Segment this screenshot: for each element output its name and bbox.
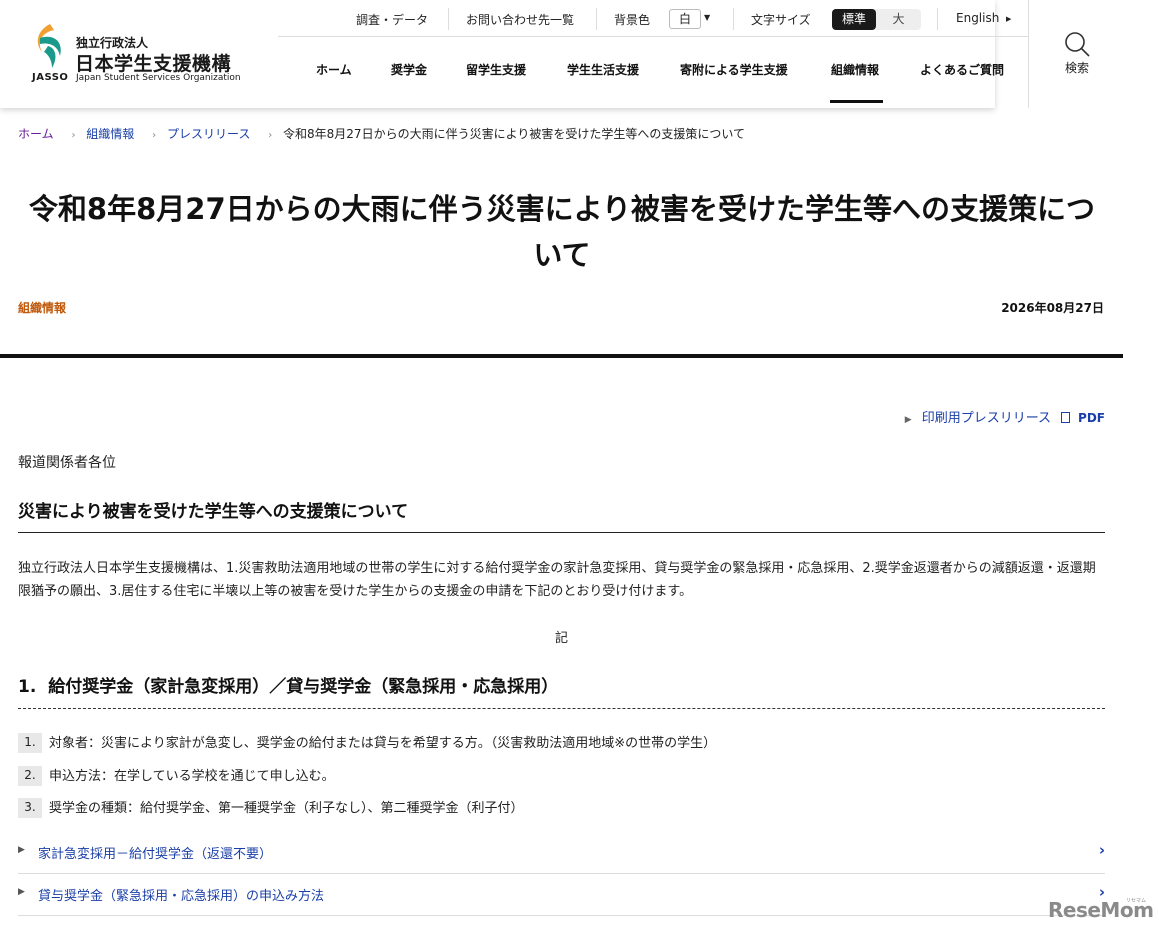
triangle-right-icon: ▶ [18,845,25,855]
utility-divider [733,8,734,30]
print-press-release-label: 印刷用プレスリリース [921,411,1052,426]
addressee: 報道関係者各位 [18,455,116,471]
bg-color-label: 背景色 [614,13,651,27]
breadcrumb-organization[interactable]: 組織情報 [86,127,134,141]
subtitle-divider [18,532,1105,533]
list-item-text: 奨学金の種類：給付奨学金、第一種奨学金（利子なし）、第二種奨学金（利子付） [49,801,524,816]
caret-down-icon: ▼ [704,13,711,22]
list-item-text: 申込方法：在学している学校を通じて申し込む。 [49,769,335,784]
site-header: JASSO 独立行政法人 日本学生支援機構 Japan Student Serv… [0,0,1028,108]
utility-divider [448,8,449,30]
breadcrumb: ホーム › 組織情報 › プレスリリース › 令和8年8月27日からの大雨に伴う… [18,125,745,142]
site-logo[interactable]: JASSO 独立行政法人 日本学生支援機構 Japan Student Serv… [30,22,245,86]
nav-donation-support[interactable]: 寄附による学生支援 [680,61,788,78]
triangle-right-icon: ▶ [904,415,912,425]
font-size-standard-button[interactable]: 標準 [832,9,876,30]
ki-marker: 記 [554,631,568,646]
nav-faq[interactable]: よくあるご質問 [920,61,1004,78]
breadcrumb-press-release[interactable]: プレスリリース [167,127,250,141]
section-1-number: 1. [18,677,37,697]
article-subtitle: 災害により被害を受けた学生等への支援策について [18,502,409,522]
nav-home[interactable]: ホーム [316,61,352,78]
contacts-link[interactable]: お問い合わせ先一覧 [466,11,574,28]
font-size-large-button[interactable]: 大 [876,9,921,30]
chevron-right-icon: › [152,130,157,141]
section-1-title: 給付奨学金（家計急変採用）／貸与奨学金（緊急採用・応急採用） [48,677,559,697]
nav-international-students[interactable]: 留学生支援 [466,61,526,78]
logo-org-name-en: Japan Student Services Organization [76,73,241,83]
pdf-label: PDF [1078,411,1105,425]
link-row-label: 家計急変採用－給付奨学金（返還不要） [38,847,273,862]
pdf-file-icon [1061,412,1071,423]
nav-scholarship[interactable]: 奨学金 [391,61,427,78]
bg-color-select[interactable]: 白 [669,9,701,29]
list-item-number: 2. [18,766,42,786]
link-row-emergency-grant[interactable]: ▶ 家計急変採用－給付奨学金（返還不要） › [18,832,1105,874]
link-row-loan-application[interactable]: ▶ 貸与奨学金（緊急採用・応急採用）の申込み方法 › [18,874,1105,916]
chevron-right-icon: › [1098,841,1105,859]
triangle-right-icon: ▶ [18,887,25,897]
section-1-heading: 1. 給付奨学金（家計急変採用）／貸与奨学金（緊急採用・応急採用） [18,672,558,697]
search-label: 検索 [1064,61,1089,75]
utility-divider [937,8,938,30]
intro-paragraph: 独立行政法人日本学生支援機構は、1.災害救助法適用地域の世帯の学生に対する給付奨… [18,561,1096,599]
title-divider [0,354,1123,358]
utility-divider [596,8,597,30]
search-button[interactable]: 検索 [1028,0,1124,108]
list-item: 2. 申込方法：在学している学校を通じて申し込む。 [18,765,335,786]
list-item: 1. 対象者：災害により家計が急変し、奨学金の給付または貸与を希望する方。（災害救… [18,732,716,753]
publish-date: 2026年08月27日 [1001,301,1104,315]
nav-organization-info[interactable]: 組織情報 [831,61,879,78]
main-nav: ホーム 奨学金 留学生支援 学生生活支援 寄附による学生支援 組織情報 よくある… [278,37,1028,103]
breadcrumb-home[interactable]: ホーム [18,127,54,141]
print-press-release-link[interactable]: ▶ 印刷用プレスリリース PDF [905,407,1105,426]
category-tag[interactable]: 組織情報 [18,299,66,316]
caret-right-icon: ▶ [1006,15,1012,23]
nav-active-indicator [830,100,883,103]
font-size-toggle: 標準 大 [832,9,921,30]
resemom-watermark-sub: リセマム [1126,898,1147,904]
list-item-number: 1. [18,733,42,753]
utility-bar: 調査・データ お問い合わせ先一覧 背景色 白 ▼ 文字サイズ 標準 大 Engl… [278,0,1028,37]
list-item-text: 対象者：災害により家計が急変し、奨学金の給付または貸与を希望する方。（災害救助法… [49,736,717,751]
logo-org-name: 日本学生支援機構 [75,53,232,75]
logo-jasso-text: JASSO [32,72,69,83]
font-size-label: 文字サイズ [751,13,811,27]
list-item: 3. 奨学金の種類：給付奨学金、第一種奨学金（利子なし）、第二種奨学金（利子付） [18,797,524,818]
english-link[interactable]: English [956,11,999,25]
chevron-right-icon: › [268,130,273,141]
search-icon [1065,32,1090,57]
chevron-right-icon: › [71,130,76,141]
link-row-label: 貸与奨学金（緊急採用・応急採用）の申込み方法 [38,889,325,904]
list-item-number: 3. [18,798,42,818]
jasso-logo-icon [37,24,61,68]
research-data-link[interactable]: 調査・データ [356,11,428,28]
breadcrumb-current: 令和8年8月27日からの大雨に伴う災害により被害を受けた学生等への支援策について [283,127,745,141]
section-divider [18,708,1105,709]
page-title: 令和8年8月27日からの大雨に伴う災害により被害を受けた学生等への支援策について [28,192,1096,272]
nav-student-life[interactable]: 学生生活支援 [567,61,639,78]
